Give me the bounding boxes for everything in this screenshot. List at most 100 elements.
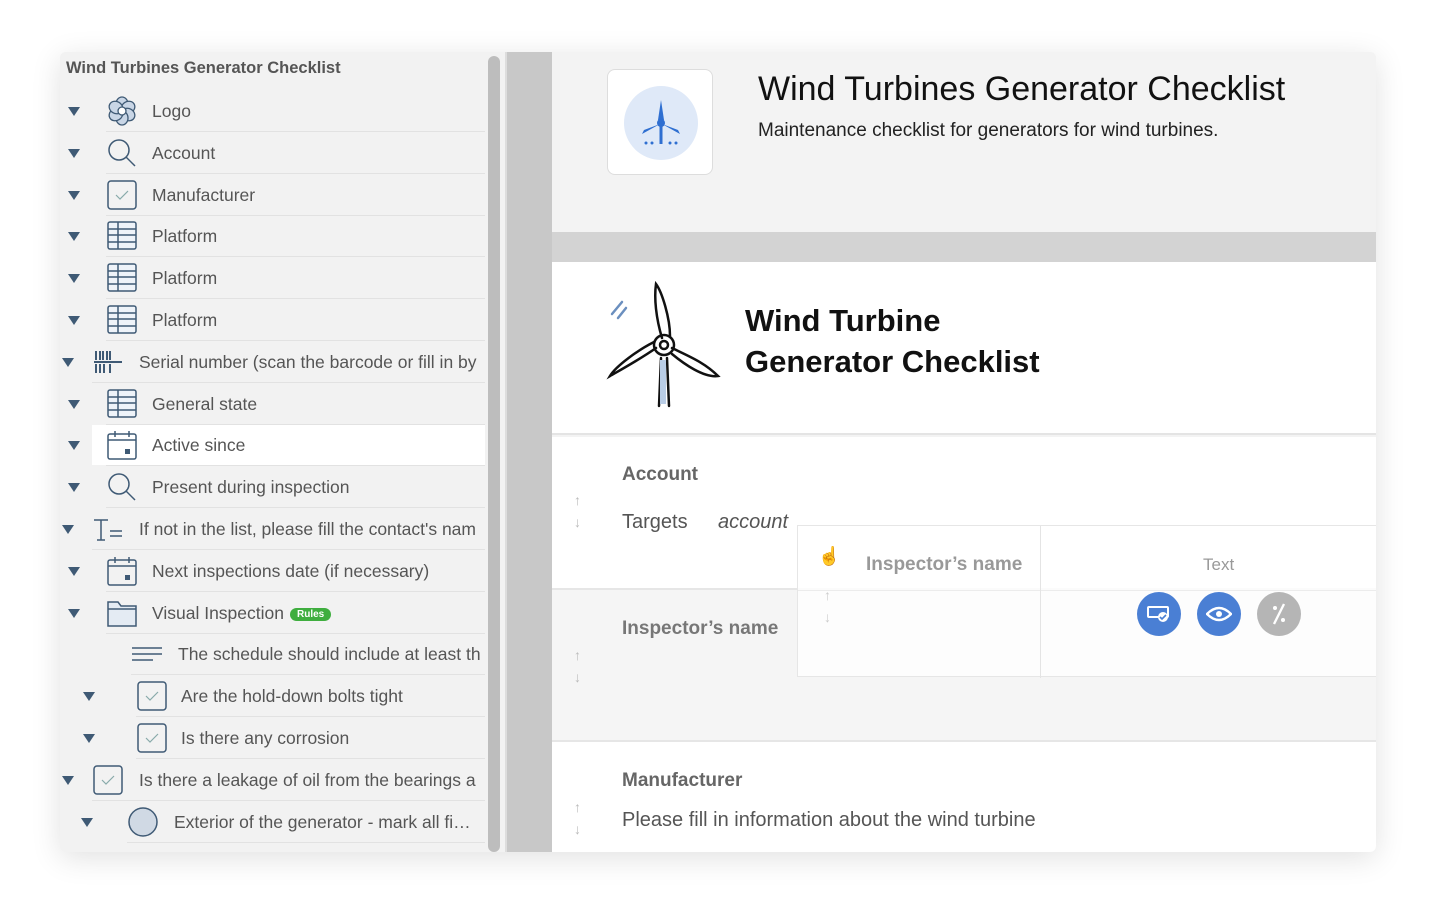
collapse-arrow-icon[interactable] bbox=[68, 107, 80, 116]
inspector-label: Inspector’s name bbox=[622, 618, 779, 639]
sidebar-item[interactable]: Platform bbox=[60, 257, 485, 300]
sidebar-item-label: Platform bbox=[152, 268, 218, 289]
sidebar-item[interactable]: Platform bbox=[60, 215, 485, 258]
sidebar-item-label: Visual Inspection bbox=[152, 602, 284, 623]
calendar-icon bbox=[106, 556, 138, 586]
checkbox-icon bbox=[136, 681, 168, 711]
move-handle[interactable]: ↑ ↓ bbox=[574, 796, 584, 840]
sidebar-item-label: General state bbox=[152, 393, 258, 414]
table-icon bbox=[106, 388, 138, 419]
sidebar-item[interactable]: Visual Inspection Rules bbox=[60, 592, 485, 634]
radio-icon bbox=[127, 806, 159, 837]
collapse-arrow-icon[interactable] bbox=[68, 274, 80, 284]
collapse-arrow-icon[interactable] bbox=[68, 316, 80, 325]
form-subtitle: Maintenance checklist for generators for… bbox=[758, 120, 1219, 141]
sidebar-item[interactable]: Are the hold-down bolts tight bbox=[60, 675, 485, 718]
panel-divider[interactable] bbox=[505, 52, 552, 852]
sidebar-item-label: Platform bbox=[152, 226, 218, 247]
card-title-line2: Generator Checklist bbox=[745, 344, 1040, 379]
table-icon bbox=[106, 263, 138, 293]
move-handle: ↑ ↓ bbox=[824, 587, 831, 625]
collapse-arrow-icon[interactable] bbox=[62, 357, 74, 367]
drag-field-type: Text bbox=[1203, 555, 1235, 574]
sidebar-item[interactable]: Next inspections date (if necessary) bbox=[60, 550, 485, 592]
collapse-arrow-icon[interactable] bbox=[68, 399, 80, 409]
disabled-icon bbox=[1272, 603, 1286, 625]
collapse-arrow-icon[interactable] bbox=[68, 566, 80, 576]
sidebar-item[interactable]: Is there any corrosion bbox=[60, 717, 485, 759]
move-handle[interactable]: ↑ ↓ bbox=[574, 489, 584, 533]
collapse-arrow-icon[interactable] bbox=[83, 692, 95, 702]
collapse-arrow-icon[interactable] bbox=[68, 483, 80, 493]
sidebar-item-label: Active since bbox=[152, 435, 246, 456]
collapse-arrow-icon[interactable] bbox=[83, 734, 95, 743]
manufacturer-description: Please fill in information about the win… bbox=[622, 809, 1036, 831]
manufacturer-section[interactable]: Manufacturer ↑ ↓ Please fill in informati… bbox=[552, 742, 1376, 852]
collapse-arrow-icon[interactable] bbox=[68, 232, 80, 242]
sidebar-scrollbar[interactable] bbox=[488, 56, 500, 852]
collapse-arrow-icon[interactable] bbox=[81, 817, 93, 827]
sidebar-item-label: Next inspections date (if necessary) bbox=[152, 560, 430, 581]
sidebar-tree: Wind Turbines Generator Checklist Logo Ac… bbox=[60, 52, 485, 852]
sidebar-item-label: Account bbox=[152, 142, 216, 163]
sidebar-item[interactable]: Active since bbox=[60, 424, 485, 467]
separator-band bbox=[552, 232, 1376, 262]
move-handle[interactable]: ↑ ↓ bbox=[574, 644, 584, 688]
logo-card[interactable]: Wind Turbine Generator Checklist bbox=[552, 262, 1376, 435]
sidebar-item-label: Logo bbox=[152, 101, 191, 121]
drag-preview[interactable]: ☝ Inspector’s name ↑ ↓ Text bbox=[797, 525, 1376, 678]
visibility-button[interactable] bbox=[1197, 592, 1241, 636]
collapse-arrow-icon[interactable] bbox=[62, 525, 74, 534]
sidebar-item-label: Exterior of the generator - mark all fi… bbox=[174, 811, 471, 832]
sidebar-item[interactable]: Serial number (scan the barcode or fill … bbox=[60, 341, 485, 383]
rules-badge: Rules bbox=[290, 607, 332, 621]
collapse-arrow-icon[interactable] bbox=[62, 775, 74, 785]
turbine-illustration bbox=[606, 280, 721, 408]
table-icon bbox=[106, 305, 138, 335]
card-title-line1: Wind Turbine bbox=[745, 303, 941, 338]
sidebar-item-label: Manufacturer bbox=[152, 184, 256, 205]
sidebar-item-label: Serial number (scan the barcode or fill … bbox=[139, 351, 477, 372]
checkbox-icon bbox=[106, 179, 138, 210]
sidebar-item[interactable]: Account bbox=[60, 132, 485, 174]
collapse-arrow-icon[interactable] bbox=[68, 190, 80, 200]
targets-value: account bbox=[718, 511, 789, 533]
sidebar-item[interactable]: Present during inspection bbox=[60, 466, 485, 509]
form-header: Wind Turbines Generator Checklist Mainte… bbox=[552, 52, 1376, 232]
collapse-arrow-icon[interactable] bbox=[68, 148, 80, 158]
sidebar-item[interactable]: The schedule should include at least th bbox=[60, 633, 485, 676]
sidebar-item[interactable]: Manufacturer bbox=[60, 174, 485, 216]
barcode-icon bbox=[92, 347, 124, 377]
sidebar-item-label: Are the hold-down bolts tight bbox=[181, 686, 403, 707]
sidebar-item[interactable]: Logo bbox=[60, 90, 485, 132]
sidebar-item[interactable]: Exterior of the generator - mark all fi… bbox=[60, 801, 485, 843]
checkbox-icon bbox=[92, 765, 124, 795]
account-label: Account bbox=[622, 464, 698, 485]
form-title: Wind Turbines Generator Checklist bbox=[758, 70, 1286, 108]
sidebar-item[interactable]: If not in the list, please fill the cont… bbox=[60, 508, 485, 550]
targets-label: Targets bbox=[622, 511, 688, 533]
disabled-button[interactable] bbox=[1257, 592, 1301, 636]
sidebar-item[interactable]: Is there a leakage of oil from the beari… bbox=[60, 759, 485, 801]
calendar-icon bbox=[106, 430, 138, 461]
sidebar-item-label: The schedule should include at least th bbox=[178, 644, 481, 665]
folder-icon bbox=[106, 598, 138, 628]
collapse-arrow-icon[interactable] bbox=[68, 441, 80, 451]
manufacturer-label: Manufacturer bbox=[622, 770, 743, 791]
sidebar-item-label: If not in the list, please fill the cont… bbox=[139, 519, 476, 539]
collapse-arrow-icon[interactable] bbox=[68, 608, 80, 618]
app-window: Wind Turbines Generator Checklist Logo Ac… bbox=[60, 52, 1376, 852]
drag-field-label: Inspector’s name bbox=[866, 554, 1023, 575]
cursor-hand-icon: ☝ bbox=[818, 546, 841, 566]
sidebar-item[interactable]: Platform bbox=[60, 299, 485, 341]
search-icon bbox=[106, 472, 138, 502]
sidebar-item[interactable]: General state bbox=[60, 383, 485, 425]
search-icon bbox=[106, 138, 138, 168]
sidebar-item-label: Is there any corrosion bbox=[181, 728, 350, 748]
validation-button[interactable] bbox=[1137, 592, 1181, 636]
paragraph-icon bbox=[131, 639, 163, 669]
sidebar-title: Wind Turbines Generator Checklist bbox=[66, 59, 341, 77]
sidebar-item-label: Present during inspection bbox=[152, 477, 350, 498]
sidebar-item-label: Is there a leakage of oil from the beari… bbox=[139, 769, 476, 790]
visibility-icon bbox=[1206, 606, 1232, 622]
